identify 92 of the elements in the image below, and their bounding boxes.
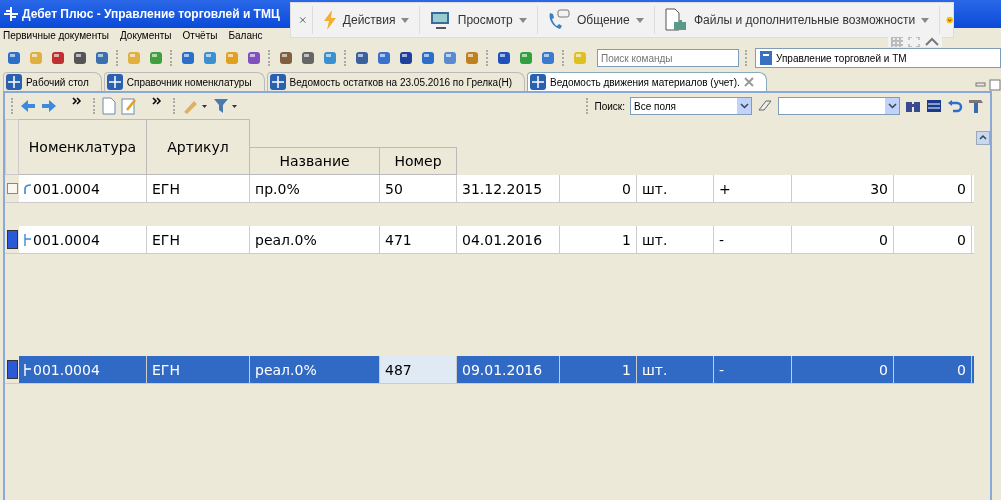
table-row[interactable]: 001.0004 ЕГН реал.0% 471 04.01.2016 1 шт. - 0 0 — [5, 226, 974, 254]
table-cell: шт. — [642, 361, 668, 378]
phone-chat-icon — [547, 9, 571, 31]
tab[interactable]: Рабочий стол — [3, 72, 102, 91]
header-corner-cell — [5, 119, 19, 175]
column-header[interactable]: Название — [250, 147, 380, 175]
app-logo-icon — [530, 74, 547, 90]
table-cell: 487 — [385, 361, 412, 378]
table-cell: 04.01.2016 — [462, 231, 543, 248]
table-cell: - — [719, 231, 725, 248]
table-cell: 50 — [385, 180, 403, 197]
menu-button[interactable]: Файлы и дополнительные возможности — [660, 8, 934, 32]
table-row[interactable]: 001.0004 ЕГН реал.0% 487 09.01.2016 1 шт. - 0 0 — [5, 356, 974, 384]
table-cell: реал.0% — [255, 361, 317, 378]
eraser-icon[interactable] — [757, 99, 773, 113]
more-icon[interactable] — [72, 97, 82, 105]
table-cell: 1 — [622, 231, 631, 248]
menu-button[interactable]: Общение — [543, 9, 648, 31]
menu-item[interactable]: Первичные документы — [3, 30, 109, 41]
caret-icon — [518, 17, 527, 23]
menu-button[interactable]: Просмотр — [425, 10, 531, 30]
chevron-down-icon — [887, 103, 897, 109]
table-cell: 001.0004 — [33, 180, 100, 197]
filter-dropdown-icon[interactable] — [213, 98, 239, 114]
command-search-field[interactable]: Поиск команды — [597, 49, 739, 67]
row-marker[interactable] — [6, 360, 18, 379]
brush-dropdown-icon[interactable] — [182, 98, 208, 114]
expand-icon[interactable] — [908, 37, 920, 47]
table-cell: 0 — [957, 361, 966, 378]
search-label: Поиск: — [594, 100, 625, 112]
app-logo-icon — [6, 74, 22, 90]
window-selector[interactable]: Управление торговлей и ТМ — [755, 48, 1001, 68]
forward-arrow-icon[interactable] — [41, 99, 57, 113]
table-cell: 001.0004 — [33, 231, 100, 248]
document-puzzle-icon — [664, 8, 688, 32]
close-icon[interactable] — [743, 77, 754, 87]
menu-item[interactable]: Документы — [119, 30, 172, 41]
monitor-icon — [429, 10, 452, 30]
chevron-up-icon[interactable] — [925, 37, 940, 47]
tab[interactable]: Ведомость остатков на 23.05.2016 по Грелка(Н) — [266, 72, 526, 91]
document-icon — [759, 50, 773, 66]
tab-label: Рабочий стол — [26, 76, 89, 88]
caret-icon — [635, 17, 644, 23]
menu-item[interactable]: Баланс — [228, 30, 263, 41]
caret-icon — [401, 17, 410, 23]
table-cell: 31.12.2015 — [462, 180, 543, 197]
table-cell: 0 — [879, 361, 888, 378]
new-document-icon[interactable] — [102, 97, 116, 115]
edit-document-icon[interactable] — [121, 97, 137, 115]
row-marker[interactable] — [6, 183, 18, 194]
table-cell: 471 — [385, 231, 412, 248]
tab[interactable]: Ведомость движения материалов (учет). — [527, 72, 767, 91]
tab-label: Ведомость остатков на 23.05.2016 по Грелка(Н) — [289, 76, 513, 88]
table-row[interactable]: 001.0004 ЕГН пр.0% 50 31.12.2015 0 шт. + 30 0 — [5, 175, 974, 203]
table-cell: ЕГН — [152, 361, 180, 378]
rows-icon[interactable] — [926, 99, 942, 113]
caret-icon — [921, 17, 930, 23]
tab-label: Справочник номенклатуры — [126, 76, 252, 88]
table-cell: реал.0% — [255, 231, 317, 248]
tab[interactable]: Справочник номенклатуры — [103, 72, 265, 91]
app-logo-icon — [3, 6, 19, 22]
back-arrow-icon[interactable] — [20, 99, 36, 113]
table-cell: 0 — [879, 231, 888, 248]
window-title: Дебет Плюс - Управление торговлей и ТМЦ — [22, 7, 280, 21]
app-logo-icon — [269, 74, 286, 90]
table-cell: шт. — [642, 180, 668, 197]
table-cell: - — [719, 361, 725, 378]
table-cell: 001.0004 — [33, 361, 100, 378]
table-cell: 1 — [622, 361, 631, 378]
table-cell: 0 — [957, 180, 966, 197]
tab-label: Ведомость движения материалов (учет). — [550, 76, 740, 88]
scroll-up-icon[interactable] — [976, 131, 990, 145]
table-cell: 0 — [957, 231, 966, 248]
search-input[interactable] — [778, 97, 900, 115]
chevron-down-icon — [739, 103, 749, 109]
table-cell: ЕГН — [152, 231, 180, 248]
more-icon[interactable] — [152, 97, 162, 105]
table-cell: 30 — [870, 180, 888, 197]
table-cell: + — [719, 180, 731, 197]
undo-icon[interactable] — [947, 99, 963, 113]
app-logo-icon — [106, 74, 123, 90]
table-cell: 0 — [622, 180, 631, 197]
table-cell: шт. — [642, 231, 668, 248]
row-marker[interactable] — [6, 230, 18, 249]
table-cell: 09.01.2016 — [462, 361, 543, 378]
menu-button[interactable]: Действия — [318, 10, 414, 30]
table-cell: ЕГН — [152, 180, 180, 197]
menu-item[interactable]: Отчёты — [182, 30, 218, 41]
lightning-icon — [322, 10, 337, 30]
search-field-select[interactable]: Все поля — [630, 97, 752, 115]
maximize-icon[interactable] — [989, 79, 1001, 91]
table-cell: пр.0% — [255, 180, 300, 197]
